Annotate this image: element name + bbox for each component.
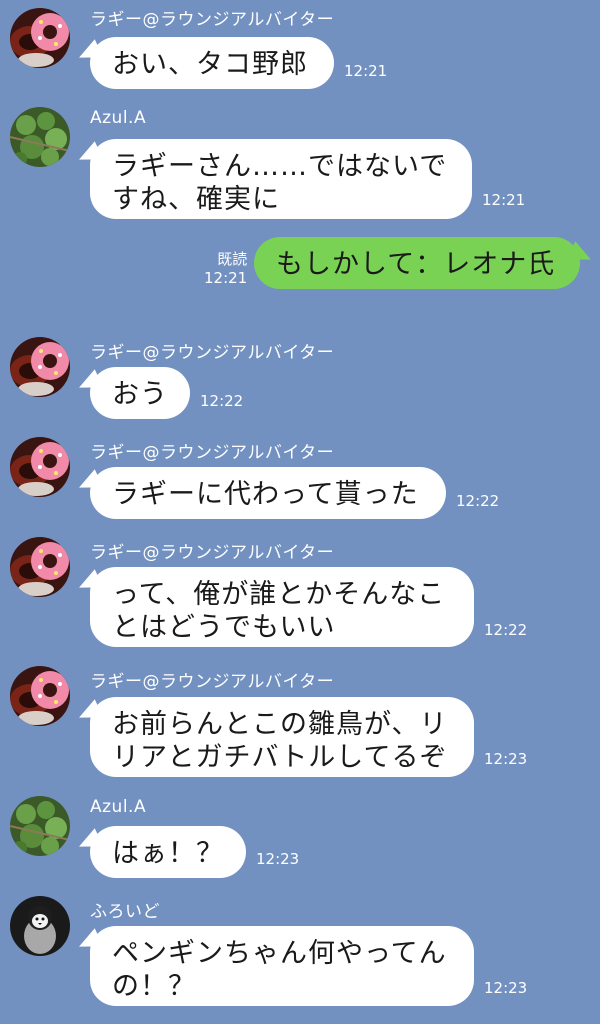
donut-avatar-icon[interactable] <box>10 666 70 726</box>
sender-name: ふろいど <box>90 902 160 922</box>
sender-name: ラギー@ラウンジアルバイター <box>90 443 335 463</box>
message-time: 12:21 <box>344 62 388 80</box>
message-time: 12:23 <box>484 750 528 768</box>
message-bubble[interactable]: お前らんとこの雛鳥が、リ リアとガチバトルしてるぞ <box>90 697 474 777</box>
donut-avatar-icon[interactable] <box>10 537 70 597</box>
read-receipt: 既読 12:21 <box>204 250 247 288</box>
message-bubble[interactable]: ラギーに代わって貰った <box>90 467 446 519</box>
message-bubble[interactable]: おい、タコ野郎 <box>90 37 334 89</box>
sender-name: ラギー@ラウンジアルバイター <box>90 10 335 30</box>
sender-name: ラギー@ラウンジアルバイター <box>90 343 335 363</box>
message-bubble[interactable]: もしかして：レオナ氏 <box>254 237 580 289</box>
donut-avatar-icon[interactable] <box>10 337 70 397</box>
sender-name: ラギー@ラウンジアルバイター <box>90 672 335 692</box>
sender-name: ラギー@ラウンジアルバイター <box>90 543 335 563</box>
message-time: 12:21 <box>204 269 248 287</box>
clover-avatar-icon[interactable] <box>10 107 70 167</box>
message-time: 12:21 <box>482 191 526 209</box>
message-time: 12:22 <box>200 392 244 410</box>
message-time: 12:22 <box>484 621 528 639</box>
message-bubble[interactable]: ラギーさん……ではないで すね、確実に <box>90 139 472 219</box>
sender-name: Azul.A <box>90 797 147 817</box>
message-bubble[interactable]: ペンギンちゃん何やってん の！？ <box>90 926 474 1006</box>
read-label: 既読 <box>217 250 248 268</box>
message-time: 12:23 <box>484 979 528 997</box>
donut-avatar-icon[interactable] <box>10 8 70 68</box>
clover-avatar-icon[interactable] <box>10 796 70 856</box>
message-bubble[interactable]: おう <box>90 367 190 419</box>
donut-avatar-icon[interactable] <box>10 437 70 497</box>
message-time: 12:22 <box>456 492 500 510</box>
sender-name: Azul.A <box>90 108 147 128</box>
message-bubble[interactable]: って、俺が誰とかそんなこ とはどうでもいい <box>90 567 474 647</box>
message-bubble[interactable]: はぁ！？ <box>90 826 246 878</box>
message-time: 12:23 <box>256 850 300 868</box>
penguin-avatar-icon[interactable] <box>10 896 70 956</box>
